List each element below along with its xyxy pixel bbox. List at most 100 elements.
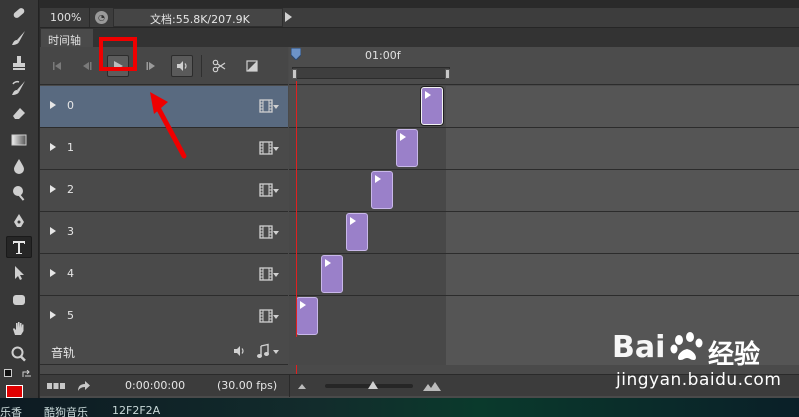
work-area-start-handle[interactable] — [292, 69, 297, 79]
layer-row[interactable]: 3 — [40, 212, 288, 254]
layer-row[interactable]: 5 — [40, 296, 288, 338]
gradient-tool[interactable] — [6, 129, 32, 151]
clip-flag-icon — [375, 175, 381, 183]
zoom-slider-thumb[interactable] — [368, 381, 379, 389]
zoom-tool[interactable] — [6, 343, 32, 365]
layer-clip[interactable] — [421, 87, 443, 125]
mute-audio-button[interactable] — [171, 55, 193, 77]
track-empty-area — [446, 337, 799, 365]
swap-colors-icon[interactable] — [22, 369, 32, 378]
eraser-tool[interactable] — [6, 102, 32, 124]
timeline-footer: 0:00:00:00 (30.00 fps) — [40, 374, 799, 397]
zoom-out-mountain-icon[interactable] — [298, 384, 306, 389]
default-colors-icon[interactable] — [4, 369, 12, 377]
ruler-time-label: 01:00f — [365, 49, 401, 62]
layer-menu-caret-icon[interactable] — [273, 231, 279, 235]
timeline-zoom-control — [289, 375, 449, 397]
expand-triangle-icon[interactable] — [50, 101, 56, 109]
layer-clip[interactable] — [371, 171, 393, 209]
layer-menu-caret-icon[interactable] — [273, 105, 279, 109]
track-empty-area — [446, 170, 799, 211]
film-strip-icon[interactable] — [258, 98, 274, 114]
clone-stamp-tool[interactable] — [6, 52, 32, 74]
track-row[interactable] — [289, 170, 799, 212]
film-strip-icon[interactable] — [258, 224, 274, 240]
layer-clip[interactable] — [296, 297, 318, 335]
split-at-playhead-button[interactable] — [208, 55, 230, 77]
layer-menu-caret-icon[interactable] — [273, 315, 279, 319]
document-status-bar: 100% ◔ 文档:55.8K/207.9K — [40, 8, 799, 28]
audio-track-area[interactable] — [289, 337, 799, 365]
track-row[interactable] — [289, 86, 799, 128]
zoom-in-mountains-icon[interactable] — [423, 381, 441, 391]
next-frame-button[interactable] — [140, 55, 162, 77]
frame-animation-icon[interactable] — [47, 383, 65, 389]
expand-triangle-icon[interactable] — [50, 143, 56, 151]
foreground-color-swatch[interactable] — [6, 385, 23, 398]
current-timecode: 0:00:00:00 — [125, 379, 186, 392]
play-button[interactable] — [107, 55, 129, 77]
brush-tool[interactable] — [6, 27, 32, 49]
hand-icon — [13, 322, 24, 335]
track-row[interactable] — [289, 128, 799, 170]
expand-triangle-icon[interactable] — [50, 227, 56, 235]
expand-triangle-icon[interactable] — [50, 311, 56, 319]
tab-timeline[interactable]: 时间轴 — [41, 29, 93, 47]
history-brush-icon — [12, 80, 25, 95]
status-info-icon[interactable]: ◔ — [95, 11, 108, 24]
dodge-tool[interactable] — [6, 182, 32, 204]
path-selection-tool[interactable] — [6, 262, 32, 284]
bandage-icon — [13, 8, 25, 18]
tools-panel — [0, 0, 39, 417]
transition-icon — [246, 60, 258, 72]
time-ruler[interactable]: 01:00f — [289, 47, 799, 85]
film-strip-icon[interactable] — [258, 266, 274, 282]
healing-brush-tool[interactable] — [6, 2, 32, 24]
convert-arrow-icon[interactable] — [76, 379, 91, 393]
pen-tool[interactable] — [6, 210, 32, 232]
music-note-icon[interactable] — [256, 343, 270, 359]
track-row[interactable] — [289, 254, 799, 296]
transition-button[interactable] — [241, 55, 263, 77]
work-area-bar[interactable] — [292, 67, 450, 79]
film-strip-icon[interactable] — [258, 308, 274, 324]
layer-menu-caret-icon[interactable] — [273, 147, 279, 151]
layer-row[interactable]: 0 — [40, 86, 288, 128]
status-menu-arrow-icon[interactable] — [285, 12, 292, 22]
desktop-text-1: 乐香 — [0, 406, 22, 417]
zoom-level[interactable]: 100% — [40, 8, 90, 27]
layer-menu-caret-icon[interactable] — [273, 273, 279, 277]
layer-menu-caret-icon[interactable] — [273, 189, 279, 193]
drop-icon — [14, 159, 24, 174]
track-empty-area — [446, 128, 799, 169]
track-row[interactable] — [289, 296, 799, 338]
film-strip-icon[interactable] — [258, 140, 274, 156]
clip-flag-icon — [325, 259, 331, 267]
track-empty-area — [446, 86, 799, 127]
type-tool[interactable] — [6, 236, 32, 258]
clip-flag-icon — [300, 301, 306, 309]
previous-frame-button[interactable] — [76, 55, 98, 77]
audio-track-header[interactable]: 音轨 — [40, 337, 288, 365]
skip-to-start-icon — [53, 62, 61, 70]
playhead-handle-icon[interactable] — [291, 48, 301, 60]
expand-triangle-icon[interactable] — [50, 269, 56, 277]
layer-clip[interactable] — [346, 213, 368, 251]
hand-tool[interactable] — [6, 317, 32, 339]
layer-clip[interactable] — [321, 255, 343, 293]
audio-menu-caret-icon[interactable] — [273, 350, 279, 354]
blur-tool[interactable] — [6, 155, 32, 177]
track-row[interactable] — [289, 212, 799, 254]
work-area-end-handle[interactable] — [445, 69, 450, 79]
layer-name: 2 — [67, 183, 74, 196]
layer-clip[interactable] — [396, 129, 418, 167]
history-brush-tool[interactable] — [6, 77, 32, 99]
speaker-icon[interactable] — [232, 344, 246, 358]
film-strip-icon[interactable] — [258, 182, 274, 198]
expand-triangle-icon[interactable] — [50, 185, 56, 193]
go-to-first-frame-button[interactable] — [46, 55, 68, 77]
layer-row[interactable]: 2 — [40, 170, 288, 212]
layer-row[interactable]: 1 — [40, 128, 288, 170]
layer-row[interactable]: 4 — [40, 254, 288, 296]
shape-tool[interactable] — [6, 289, 32, 311]
